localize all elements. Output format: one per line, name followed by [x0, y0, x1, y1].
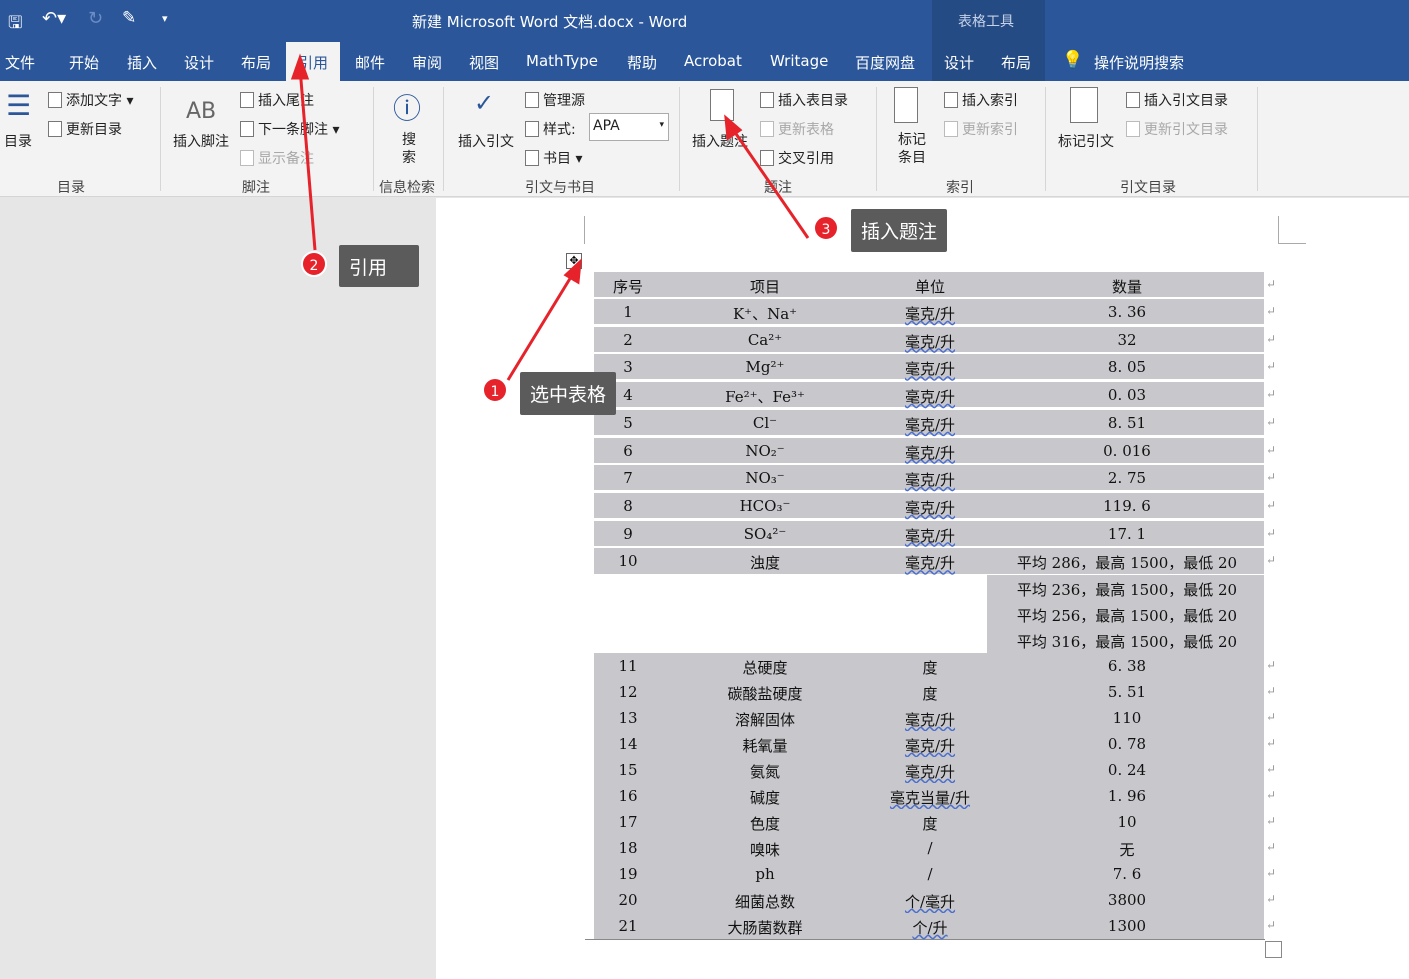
- callout-references: 引用: [339, 245, 419, 287]
- callout-select-table: 选中表格: [520, 372, 617, 415]
- step-badge-1: 1: [482, 377, 508, 403]
- callout-insert-caption: 插入题注: [851, 209, 948, 252]
- arrow-2: [298, 67, 317, 251]
- arrow-3: [730, 127, 810, 239]
- arrow-1: [506, 271, 576, 381]
- step-badge-2: 2: [301, 251, 327, 277]
- annotation-arrows: [290, 53, 810, 381]
- step-badge-3: 3: [813, 215, 839, 241]
